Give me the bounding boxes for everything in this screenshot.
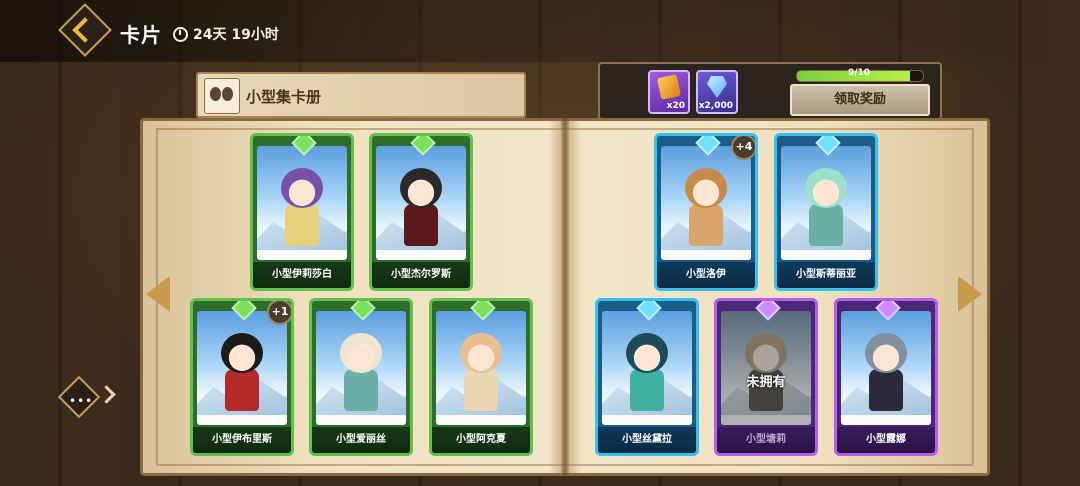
card-art xyxy=(602,311,692,425)
character-figure xyxy=(404,204,438,246)
card-art xyxy=(841,311,931,425)
card-art xyxy=(197,311,287,425)
character-figure xyxy=(869,369,903,411)
card-name: 小型塘莉 xyxy=(717,427,815,453)
claim-reward-button[interactable]: 领取奖励 xyxy=(790,84,930,116)
card[interactable]: 小型伊莉莎白 xyxy=(250,133,354,291)
character-figure xyxy=(464,369,498,411)
card-art xyxy=(781,146,871,260)
character-head xyxy=(865,333,907,373)
character-head xyxy=(460,333,502,373)
card[interactable]: 小型露娜 xyxy=(834,298,938,456)
card-name: 小型伊布里斯 xyxy=(193,427,291,453)
character-head xyxy=(685,168,727,208)
character-head xyxy=(805,168,847,208)
duplicate-count-badge: +1 xyxy=(267,301,291,325)
chevron-right-icon xyxy=(97,385,116,404)
card[interactable]: 小型杰尔罗斯 xyxy=(369,133,473,291)
card-art xyxy=(257,146,347,260)
card-name: 小型丝黛拉 xyxy=(598,427,696,453)
card-name: 小型爱丽丝 xyxy=(312,427,410,453)
character-head xyxy=(400,168,442,208)
character-head xyxy=(626,333,668,373)
card-name: 小型阿克夏 xyxy=(432,427,530,453)
reward-count: x20 xyxy=(666,101,685,111)
top-bar xyxy=(0,0,1080,62)
not-owned-label: 未拥有 xyxy=(746,375,786,390)
card[interactable]: 小型伊布里斯 +1 xyxy=(190,298,294,456)
prev-page-arrow-icon[interactable] xyxy=(146,276,170,312)
character-head xyxy=(281,168,323,208)
card-art xyxy=(436,311,526,425)
character-figure xyxy=(809,204,843,246)
reward-item-diamond[interactable]: x2,000 xyxy=(696,70,738,114)
card-art xyxy=(661,146,751,260)
card-name: 小型露娜 xyxy=(837,427,935,453)
back-chevron-icon xyxy=(72,17,98,43)
card-art xyxy=(376,146,466,260)
album-header: 小型集卡册 xyxy=(196,72,526,118)
card[interactable]: 未拥有 小型塘莉 xyxy=(714,298,818,456)
card[interactable]: 小型斯蒂丽亚 xyxy=(774,133,878,291)
character-figure xyxy=(344,369,378,411)
card-name: 小型洛伊 xyxy=(657,262,755,288)
reward-count: x2,000 xyxy=(698,101,733,111)
card-art xyxy=(721,311,811,425)
album-title: 小型集卡册 xyxy=(246,88,322,106)
album-icon xyxy=(204,78,240,114)
book-spine xyxy=(561,118,569,476)
card-name: 小型杰尔罗斯 xyxy=(372,262,470,288)
character-figure xyxy=(225,369,259,411)
card[interactable]: 小型爱丽丝 xyxy=(309,298,413,456)
diamond-icon xyxy=(707,76,727,98)
card-name: 小型伊莉莎白 xyxy=(253,262,351,288)
chat-dots-icon: ••• xyxy=(69,394,94,408)
character-figure xyxy=(630,369,664,411)
progress-text: 9/10 xyxy=(847,68,871,78)
character-head xyxy=(340,333,382,373)
character-head xyxy=(221,333,263,373)
chat-button[interactable]: ••• xyxy=(57,375,116,419)
page-title: 卡片 xyxy=(120,23,162,47)
reward-item-gold-scroll[interactable]: x20 xyxy=(648,70,690,114)
timer-text: 24天 19小时 xyxy=(193,27,279,43)
card[interactable]: 小型阿克夏 xyxy=(429,298,533,456)
duplicate-count-badge: +4 xyxy=(731,136,755,160)
reward-panel: x20 x2,000 9/10 领取奖励 xyxy=(598,62,942,120)
card-name: 小型斯蒂丽亚 xyxy=(777,262,875,288)
clock-icon xyxy=(173,26,188,42)
card[interactable]: 小型洛伊 +4 xyxy=(654,133,758,291)
next-page-arrow-icon[interactable] xyxy=(958,276,982,312)
gold-scroll-icon xyxy=(656,74,682,100)
character-figure xyxy=(689,204,723,246)
card-art xyxy=(316,311,406,425)
event-timer: 24天 19小时 xyxy=(173,24,279,44)
character-figure xyxy=(285,204,319,246)
card[interactable]: 小型丝黛拉 xyxy=(595,298,699,456)
character-head xyxy=(745,333,787,373)
